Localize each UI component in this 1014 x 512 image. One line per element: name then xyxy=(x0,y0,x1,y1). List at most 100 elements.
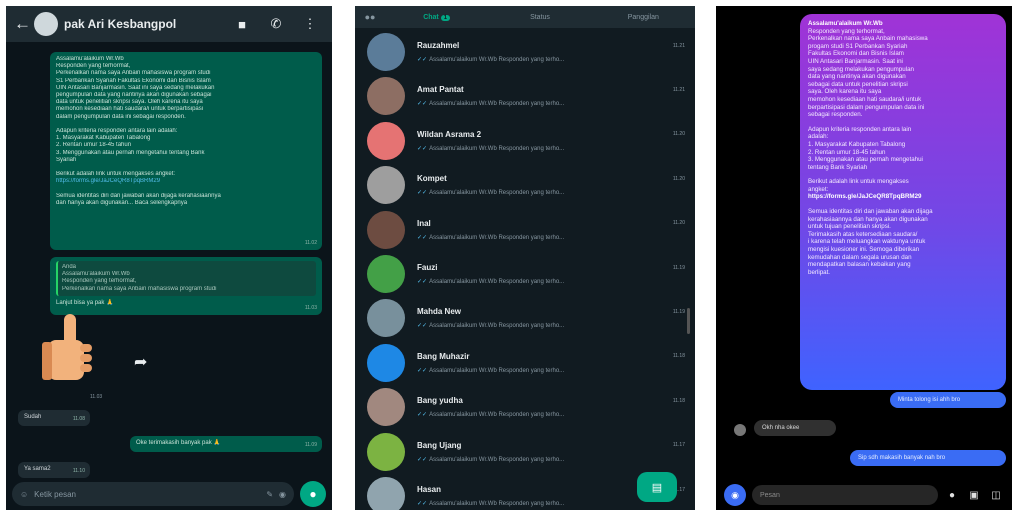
message-line: untuk tujuan penelitian skripsi. xyxy=(808,223,891,231)
chat-preview: ✓✓ Assalamu'alaikum Wr.Wb Responden yang … xyxy=(417,57,565,63)
chat-row[interactable]: Bang yudha 11.18 ✓✓ Assalamu'alaikum Wr.Wb … xyxy=(355,385,695,429)
chat-row[interactable]: Inal 11.20 ✓✓ Assalamu'alaikum Wr.Wb Respon… xyxy=(355,208,695,252)
message-line: tentang Bank Syariah xyxy=(808,163,868,171)
chat-preview: ✓✓ Assalamu'alaikum Wr.Wb Responden yang … xyxy=(417,367,565,374)
chat-info: Amat Pantat 11.21 ✓✓ Assalamu'alaikum Wr.Wb… xyxy=(417,85,685,107)
message-line: adalah: xyxy=(808,133,829,141)
tab-status[interactable]: Status xyxy=(488,14,591,21)
outgoing-message[interactable]: Sip sdh makasih banyak nah bro xyxy=(850,450,1006,466)
image-icon[interactable]: ▣ xyxy=(966,490,982,501)
quoted-line: Responden yang terhormat, xyxy=(62,278,137,285)
message-line: memohon kesediaan hati saudara/i untuk b… xyxy=(56,106,204,113)
message-line: saya. Oleh karena itu saya xyxy=(808,88,882,96)
chat-time: 11.18 xyxy=(672,353,685,360)
chat-row[interactable]: Fauzi 11.19 ✓✓ Assalamu'alaikum Wr.Wb Respo… xyxy=(355,252,695,296)
forward-icon[interactable]: ➦ xyxy=(134,352,147,372)
chat-preview: ✓✓ Assalamu'alaikum Wr.Wb Responden yang … xyxy=(417,279,565,285)
chat-info: Mahda New 11.19 ✓✓ Assalamu'alaikum Wr.Wb R… xyxy=(417,307,685,329)
chat-info: Fauzi 11.19 ✓✓ Assalamu'alaikum Wr.Wb Respo… xyxy=(417,263,685,285)
camera-icon[interactable]: ◉ xyxy=(724,484,746,506)
chat-row[interactable]: Kompet 11.20 ✓✓ Assalamu'alaikum Wr.Wb Resp… xyxy=(355,163,695,207)
message-line: Adapun kriteria responden antara lain ad… xyxy=(56,128,178,135)
chat-preview: ✓✓ Assalamu'alaikum Wr.Wb Responden yang … xyxy=(417,101,565,108)
message-input[interactable]: ☺ Ketik pesan ✎ ◉ xyxy=(12,482,294,506)
avatar[interactable] xyxy=(367,343,405,382)
chat-time: 11.20 xyxy=(672,175,685,182)
avatar[interactable] xyxy=(367,121,405,160)
message-time: 11.03 xyxy=(304,304,317,311)
message-input[interactable]: Pesan xyxy=(752,485,938,505)
message-line: 2. Rentan umur 18-45 tahun xyxy=(56,142,132,149)
attach-icon[interactable]: ✎ xyxy=(266,490,273,499)
people-icon[interactable]: ●● xyxy=(355,12,385,22)
microphone-icon[interactable]: ● xyxy=(944,490,960,501)
chat-info: Inal 11.20 ✓✓ Assalamu'alaikum Wr.Wb Respon… xyxy=(417,219,685,241)
chat-header: ← pak Ari Kesbangpol ■ ✆ ⋮ xyxy=(6,6,332,42)
tab-chat[interactable]: Chat 1 xyxy=(385,14,488,21)
avatar[interactable] xyxy=(367,477,405,510)
message-composer: ◉ Pesan ● ▣ ◫ xyxy=(716,480,1012,510)
avatar[interactable] xyxy=(734,424,746,436)
outgoing-message[interactable]: Minta tolong isi ahh bro xyxy=(890,392,1006,408)
message-line: 2. Rentan umur 18-45 tahun xyxy=(808,148,886,156)
avatar[interactable] xyxy=(367,299,405,338)
avatar[interactable] xyxy=(34,12,58,36)
message-time: 11.08 xyxy=(72,415,85,422)
message-line: memohon kesediaan hati saudara/i untuk xyxy=(808,95,922,103)
chat-info: Rauzahmel 11.21 ✓✓ Assalamu'alaikum Wr.Wb R… xyxy=(417,41,685,63)
new-chat-button[interactable]: ▤ xyxy=(637,472,677,502)
message-line[interactable]: https://forms.gle/JaJCeQR8TpqBRM29 xyxy=(808,193,998,201)
message-line xyxy=(56,164,316,171)
message-line: Terimakasih atas ketersediaan saudara/ xyxy=(808,230,918,238)
chat-time: 11.20 xyxy=(672,131,685,138)
avatar[interactable] xyxy=(367,388,405,427)
chat-row[interactable]: Bang Muhazir 11.18 ✓✓ Assalamu'alaikum Wr.W… xyxy=(355,341,695,385)
chat-row[interactable]: Amat Pantat 11.21 ✓✓ Assalamu'alaikum Wr.Wb… xyxy=(355,74,695,118)
microphone-button[interactable]: ● xyxy=(300,481,326,507)
double-check-icon: ✓✓ xyxy=(417,501,428,507)
double-check-icon: ✓✓ xyxy=(417,279,428,285)
video-camera-icon[interactable]: ■ xyxy=(228,17,256,32)
avatar[interactable] xyxy=(367,166,405,205)
chat-name: Bang Ujang xyxy=(417,440,462,450)
outgoing-message[interactable]: Assalamu'alaikum Wr.Wb Responden yang ter… xyxy=(800,14,1006,390)
arrow-left-icon[interactable]: ← xyxy=(14,14,31,34)
message-line[interactable]: https://forms.gle/JaJCeQR8TpqBRM29 xyxy=(56,178,316,185)
emoji-icon[interactable]: ☺ xyxy=(20,490,28,499)
chat-row[interactable]: Wildan Asrama 2 11.20 ✓✓ Assalamu'alaikum W… xyxy=(355,119,695,163)
chat-row[interactable]: Bang Ujang 11.17 ✓✓ Assalamu'alaikum Wr.Wb … xyxy=(355,430,695,474)
message-time: 11.09 xyxy=(304,441,317,448)
chat-info: Bang yudha 11.18 ✓✓ Assalamu'alaikum Wr.Wb … xyxy=(417,396,685,418)
messenger-chat-screen: Assalamu'alaikum Wr.Wb Responden yang ter… xyxy=(716,6,1012,510)
avatar[interactable] xyxy=(367,33,405,71)
thumbs-up-sticker-icon[interactable] xyxy=(42,310,98,382)
chat-row[interactable]: Mahda New 11.19 ✓✓ Assalamu'alaikum Wr.Wb R… xyxy=(355,296,695,340)
chat-name: Bang Muhazir xyxy=(417,351,470,361)
camera-icon[interactable]: ◉ xyxy=(279,490,286,499)
double-check-icon: ✓✓ xyxy=(417,101,428,108)
incoming-message[interactable]: Ya sama2 11.10 xyxy=(18,462,90,478)
tab-calls[interactable]: Panggilan xyxy=(592,14,695,21)
outgoing-reply-message[interactable]: Anda Assalamu'alaikum Wr.Wb Responden yang… xyxy=(50,257,322,315)
phone-icon[interactable]: ✆ xyxy=(262,16,290,32)
avatar[interactable] xyxy=(367,432,405,471)
message-line: Responden yang terhormat, xyxy=(808,27,885,35)
scrollbar[interactable] xyxy=(687,308,690,334)
avatar[interactable] xyxy=(367,77,405,116)
avatar[interactable] xyxy=(367,210,405,249)
message-line: 1. Masyarakat Kabupaten Tabalong xyxy=(56,135,151,142)
contact-name[interactable]: pak Ari Kesbangpol xyxy=(64,17,222,31)
message-text: Oke terimakasih banyak pak 🙏 xyxy=(136,440,221,446)
sticker-icon[interactable]: ◫ xyxy=(988,490,1004,501)
quoted-message[interactable]: Anda Assalamu'alaikum Wr.Wb Responden yang… xyxy=(56,261,316,296)
message-line: Perkenalkan nama saya Anbain mahasiswa p… xyxy=(56,70,211,77)
incoming-message[interactable]: Okh nha okee xyxy=(754,420,836,436)
message-list[interactable]: Assalamu'alaikum Wr.Wb Responden yang ter… xyxy=(6,42,332,478)
avatar[interactable] xyxy=(367,255,405,293)
outgoing-message[interactable]: Assalamu'alaikum Wr.Wb Responden yang ter… xyxy=(50,52,322,250)
incoming-message[interactable]: Sudah 11.08 xyxy=(18,410,90,426)
chat-row[interactable]: Rauzahmel 11.21 ✓✓ Assalamu'alaikum Wr.Wb R… xyxy=(355,30,695,74)
outgoing-message[interactable]: Oke terimakasih banyak pak 🙏 11.09 xyxy=(130,436,322,452)
more-vertical-icon[interactable]: ⋮ xyxy=(296,16,324,32)
message-line: Adapun kriteria responden antara lain xyxy=(808,125,912,133)
